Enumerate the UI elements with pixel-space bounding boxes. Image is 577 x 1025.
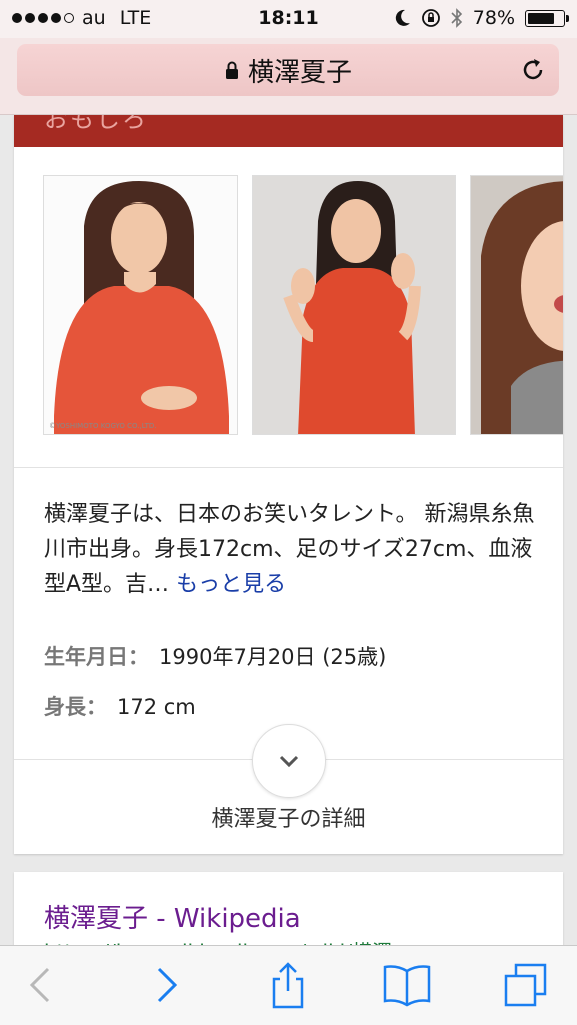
forward-button[interactable]	[142, 960, 192, 1010]
person-photo-3	[471, 176, 563, 434]
result-url[interactable]: https://ja.m.wikipedia.org/wiki/横澤	[44, 936, 392, 945]
details-link[interactable]: 横澤夏子の詳細	[14, 801, 563, 833]
reload-icon[interactable]	[519, 56, 547, 84]
chevron-down-icon	[279, 755, 299, 768]
battery-icon	[525, 9, 569, 27]
address-bar[interactable]: 横澤夏子	[17, 44, 559, 96]
fact-label: 生年月日：	[44, 645, 149, 669]
header-text: おもしろ	[44, 115, 148, 133]
description-text: 横澤夏子は、日本のお笑いタレント。 新潟県糸魚川市出身。身長172cm、足のサイ…	[44, 502, 535, 597]
status-right: 78%	[395, 7, 569, 29]
status-bar: au LTE 18:11 78%	[0, 0, 577, 38]
result-title[interactable]: 横澤夏子 - Wikipedia	[44, 898, 301, 935]
fact-value: 172 cm	[117, 695, 196, 719]
share-icon	[272, 962, 304, 1009]
back-button[interactable]	[15, 960, 65, 1010]
fact-value: 1990年7月20日 (25歳)	[159, 645, 387, 669]
page-title: 横澤夏子	[247, 57, 352, 88]
browser-toolbar	[0, 945, 577, 1025]
bookmarks-button[interactable]	[382, 960, 432, 1010]
person-photo-2	[253, 176, 455, 434]
tabs-button[interactable]	[500, 960, 550, 1010]
chevron-right-icon	[157, 967, 178, 1003]
moon-icon	[395, 9, 410, 26]
description: 横澤夏子は、日本のお笑いタレント。 新潟県糸魚川市出身。身長172cm、足のサイ…	[44, 497, 539, 602]
fact-height: 身長： 172 cm	[44, 691, 196, 721]
battery-fill	[528, 12, 554, 24]
section-divider	[14, 467, 563, 468]
rotation-lock-icon	[421, 9, 440, 27]
lock-icon	[225, 61, 238, 79]
photo-3[interactable]	[470, 175, 563, 435]
fact-birthdate: 生年月日： 1990年7月20日 (25歳)	[44, 641, 386, 671]
photo-caption: ©YOSHIMOTO KOGYO CO.,LTD.	[49, 422, 157, 430]
address-bar-area: 横澤夏子	[0, 38, 577, 115]
photo-strip: ©YOSHIMOTO KOGYO CO.,LTD.	[14, 175, 563, 437]
knowledge-card-header: おもしろ	[14, 115, 563, 147]
person-photo-1: ©YOSHIMOTO KOGYO CO.,LTD.	[44, 176, 237, 434]
fact-label: 身長：	[44, 695, 107, 719]
book-icon	[383, 965, 431, 1007]
battery-percent: 78%	[472, 7, 515, 29]
page-content: おもしろ ©YOSHIMOTO KOGYO CO.,LTD. 横澤夏子は、日本の…	[0, 115, 577, 945]
photo-2[interactable]	[252, 175, 456, 435]
bluetooth-icon	[451, 8, 462, 28]
knowledge-card: おもしろ ©YOSHIMOTO KOGYO CO.,LTD. 横澤夏子は、日本の…	[14, 115, 563, 854]
more-link[interactable]: もっと見る	[176, 572, 286, 597]
chevron-left-icon	[29, 967, 50, 1003]
share-button[interactable]	[263, 960, 313, 1010]
tabs-icon	[504, 963, 547, 1007]
search-result: 横澤夏子 - Wikipedia https://ja.m.wikipedia.…	[14, 872, 563, 945]
photo-1[interactable]: ©YOSHIMOTO KOGYO CO.,LTD.	[43, 175, 238, 435]
expand-button[interactable]	[252, 724, 326, 798]
